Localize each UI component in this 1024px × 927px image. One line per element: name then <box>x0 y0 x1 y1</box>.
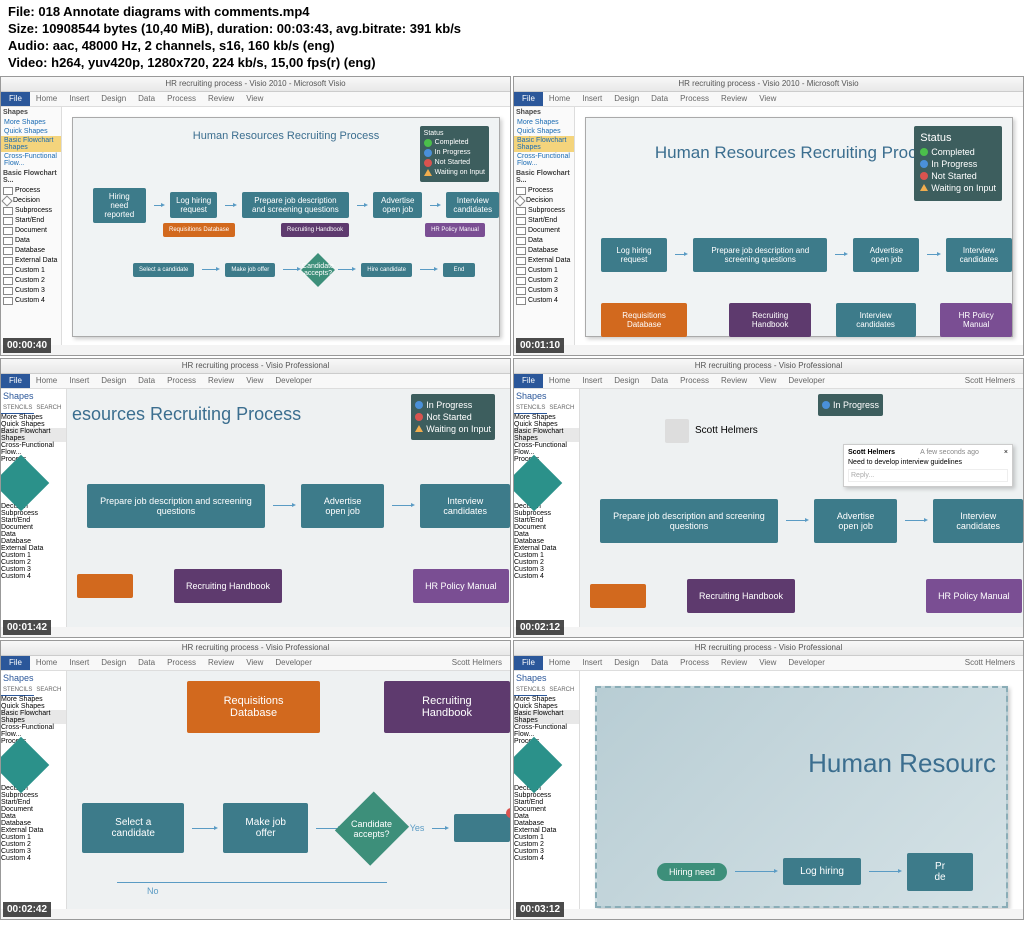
thumb-5: HR recruiting process - Visio Profession… <box>0 640 511 920</box>
thumb-3: HR recruiting process - Visio Profession… <box>0 358 511 638</box>
canvas[interactable]: StatusCompletedIn ProgressNot StartedWai… <box>62 107 510 345</box>
window-title: HR recruiting process - Visio 2010 - Mic… <box>1 77 510 92</box>
shapes-panel[interactable]: Shapes STENCILSSEARCH More Shapes Quick … <box>1 671 67 909</box>
thumb-2: HR recruiting process - Visio 2010 - Mic… <box>513 76 1024 356</box>
shapes-panel[interactable]: Shapes STENCILSSEARCH More Shapes Quick … <box>514 389 580 627</box>
comment-author: Scott Helmers <box>665 419 758 443</box>
thumb-4: HR recruiting process - Visio Profession… <box>513 358 1024 638</box>
media-info: File: 018 Annotate diagrams with comment… <box>0 0 1024 76</box>
shapes-panel[interactable]: Shapes More Shapes Quick Shapes Basic Fl… <box>514 107 575 345</box>
shapes-panel[interactable]: Shapes STENCILSSEARCH More Shapes Quick … <box>1 389 67 627</box>
comment-popup[interactable]: Scott HelmersA few seconds ago× Need to … <box>843 444 1013 487</box>
ribbon[interactable]: FileHomeInsertDesignDataProcessReviewVie… <box>1 92 510 107</box>
reply-input[interactable]: Reply... <box>848 469 1008 482</box>
thumb-6: HR recruiting process - Visio Profession… <box>513 640 1024 920</box>
status-legend: StatusCompletedIn ProgressNot StartedWai… <box>420 126 489 182</box>
close-icon[interactable]: × <box>1004 449 1008 456</box>
timecode: 00:00:40 <box>3 338 51 353</box>
shapes-panel[interactable]: Shapes More Shapes Quick Shapes Basic Fl… <box>1 107 62 345</box>
thumbnail-grid: HR recruiting process - Visio 2010 - Mic… <box>0 76 1024 920</box>
avatar-icon <box>665 419 689 443</box>
x-icon <box>506 808 510 818</box>
thumb-1: HR recruiting process - Visio 2010 - Mic… <box>0 76 511 356</box>
shapes-panel[interactable]: Shapes STENCILSSEARCH More Shapes Quick … <box>514 671 580 909</box>
